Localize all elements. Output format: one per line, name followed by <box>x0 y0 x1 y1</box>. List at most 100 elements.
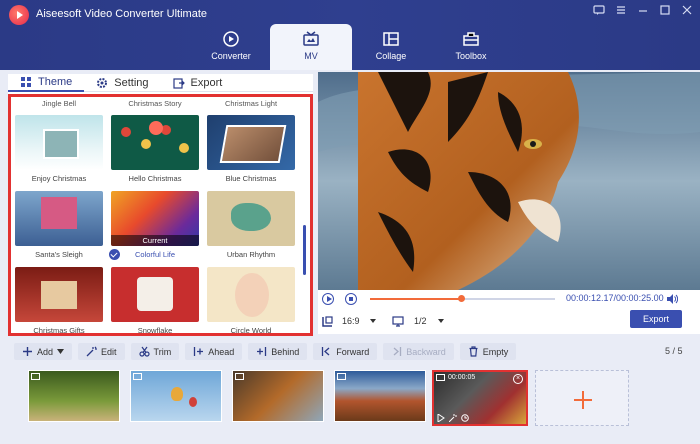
tab-export[interactable]: Export <box>161 74 235 92</box>
forward-button[interactable]: Forward <box>313 343 378 360</box>
clock-icon[interactable] <box>461 414 469 422</box>
mv-icon <box>303 31 319 46</box>
theme-label: Jingle Bell <box>41 99 77 108</box>
theme-label: Christmas Light <box>224 99 278 108</box>
image-icon <box>31 373 40 380</box>
theme-blue-christmas[interactable]: Blue Christmas <box>207 115 295 183</box>
theme-enjoy-christmas[interactable]: Enjoy Christmas <box>15 115 103 183</box>
trim-button-label: Trim <box>153 346 172 357</box>
theme-thumbnail <box>15 115 103 170</box>
tab-collage[interactable]: Collage <box>350 24 432 70</box>
tab-collage-label: Collage <box>375 51 407 61</box>
minimize-icon[interactable] <box>636 4 650 18</box>
theme-colorful-life[interactable]: Current Colorful Life <box>109 191 199 260</box>
grid-icon <box>21 76 31 87</box>
theme-thumbnail <box>207 115 295 170</box>
plus-icon <box>23 347 32 356</box>
add-button[interactable]: Add <box>14 343 73 360</box>
timeline-clip[interactable] <box>334 370 426 422</box>
tab-theme-label: Theme <box>38 75 73 88</box>
title-bar: Aiseesoft Video Converter Ultimate Conve… <box>0 0 700 70</box>
image-icon <box>337 373 346 380</box>
tab-export-label: Export <box>190 76 223 89</box>
theme-thumbnail <box>207 191 295 246</box>
theme-label: Christmas Gifts <box>33 326 85 335</box>
ahead-button-label: Ahead <box>208 346 235 357</box>
stop-button[interactable] <box>345 293 357 305</box>
monitor-icon <box>392 316 404 327</box>
theme-label: Christmas Story <box>128 99 182 108</box>
image-icon <box>235 373 244 380</box>
theme-label: Colorful Life <box>134 250 176 259</box>
tab-toolbox[interactable]: Toolbox <box>430 24 512 70</box>
export-button[interactable]: Export <box>630 310 682 328</box>
theme-snowflake[interactable]: Snowflake <box>111 267 199 335</box>
tab-setting-label: Setting <box>114 76 149 89</box>
chevron-down-icon <box>57 349 65 354</box>
tab-theme[interactable]: Theme <box>8 74 85 92</box>
clip-toolbar: Add Edit Trim Ahead Behind Forward Backw… <box>14 343 517 360</box>
add-clip-button[interactable] <box>535 370 629 426</box>
feedback-icon[interactable] <box>592 4 606 18</box>
magic-wand-icon <box>86 346 98 357</box>
screen-select[interactable]: 1/2 <box>414 316 427 326</box>
tab-mv[interactable]: MV <box>270 24 352 70</box>
player-controls: 00:00:12.17/00:00:25.00 16:9 1/2 Export <box>318 290 700 334</box>
video-preview <box>318 72 700 290</box>
collage-icon <box>383 32 399 46</box>
app-title: Aiseesoft Video Converter Ultimate <box>36 8 207 20</box>
converter-icon <box>223 31 239 47</box>
tab-converter[interactable]: Converter <box>190 24 272 70</box>
tiger-preview-image <box>318 72 700 290</box>
progress-fill <box>370 298 461 300</box>
theme-hello-christmas[interactable]: Hello Christmas <box>111 115 199 183</box>
behind-button[interactable]: Behind <box>248 343 308 360</box>
ahead-button[interactable]: Ahead <box>185 343 243 360</box>
chevron-down-icon[interactable] <box>438 319 444 323</box>
theme-christmas-gifts[interactable]: Christmas Gifts <box>15 267 103 335</box>
magic-wand-icon[interactable] <box>449 414 457 422</box>
aspect-ratio-select[interactable]: 16:9 <box>342 316 360 326</box>
backward-button[interactable]: Backward <box>383 343 454 360</box>
tab-mv-label: MV <box>304 51 318 61</box>
tab-setting[interactable]: Setting <box>84 74 160 92</box>
progress-knob[interactable] <box>457 295 465 302</box>
add-ahead-icon <box>194 347 204 356</box>
window-controls <box>592 4 694 18</box>
timecode: 00:00:12.17/00:00:25.00 <box>566 293 664 303</box>
progress-slider[interactable] <box>370 295 555 302</box>
add-behind-icon <box>257 347 267 356</box>
timeline-clip[interactable] <box>28 370 120 422</box>
edit-button-label: Edit <box>101 346 117 357</box>
plus-icon <box>574 391 592 409</box>
theme-thumbnail <box>15 191 103 246</box>
theme-label: Snowflake <box>137 326 173 335</box>
menu-icon[interactable] <box>614 4 628 18</box>
timeline-clip[interactable] <box>130 370 222 422</box>
close-icon[interactable]: × <box>513 374 523 384</box>
clip-controls <box>437 414 469 422</box>
trim-button[interactable]: Trim <box>130 343 180 360</box>
toolbox-icon <box>463 32 479 46</box>
clip-count: 5 / 5 <box>665 346 683 356</box>
theme-santas-sleigh[interactable]: Santa's Sleigh <box>15 191 103 259</box>
empty-button[interactable]: Empty <box>459 343 517 360</box>
theme-scrollbar[interactable] <box>303 225 306 275</box>
theme-list: Jingle Bell Christmas Story Christmas Li… <box>8 94 313 336</box>
theme-circle-world[interactable]: Circle World <box>207 267 295 333</box>
chevron-down-icon[interactable] <box>370 319 376 323</box>
close-icon[interactable] <box>680 4 694 18</box>
theme-panel: Theme Setting Export Jingle Bell Christm… <box>8 74 313 336</box>
theme-urban-rhythm[interactable]: Urban Rhythm <box>207 191 295 259</box>
timeline-clip-selected[interactable]: 00:00:05 × <box>432 370 528 426</box>
app-logo-icon <box>9 5 29 25</box>
sub-tabs: Theme Setting Export <box>8 74 313 92</box>
theme-thumbnail <box>15 267 103 322</box>
timeline-clip[interactable] <box>232 370 324 422</box>
edit-button[interactable]: Edit <box>78 343 125 360</box>
volume-icon[interactable] <box>666 293 678 305</box>
main-nav: Converter MV Collage Toolbox <box>190 24 510 70</box>
play-button[interactable] <box>322 293 334 305</box>
maximize-icon[interactable] <box>658 4 672 18</box>
play-icon[interactable] <box>437 414 445 422</box>
